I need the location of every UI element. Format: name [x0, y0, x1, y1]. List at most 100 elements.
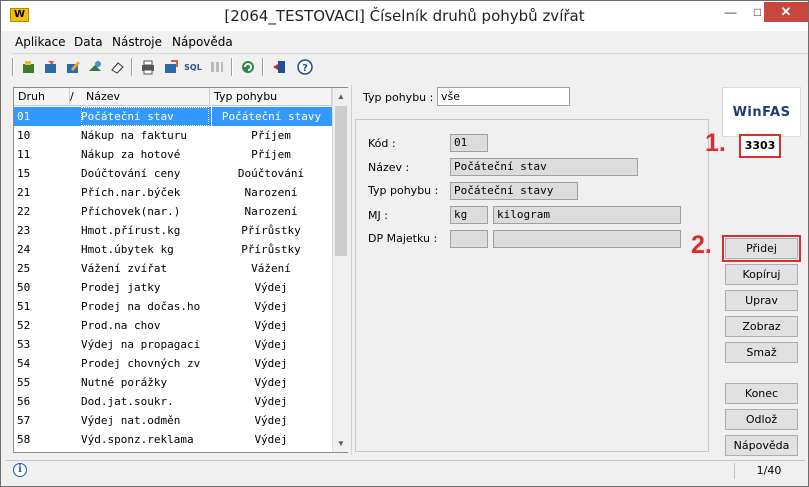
menu-bar: Aplikace Data Nástroje Nápověda — [1, 32, 808, 52]
toolbar-separator — [262, 58, 264, 76]
status-separator — [734, 463, 735, 479]
dp-code-field — [450, 230, 488, 248]
window-title: [2064_TESTOVACI] Číselník druhů pohybů z… — [224, 7, 585, 25]
table-row[interactable]: 51 Prodej na dočas.ho Výdej — [14, 297, 332, 316]
sql-icon[interactable]: SQL — [183, 57, 203, 77]
typ-pohybu-label: Typ pohybu : — [368, 184, 439, 197]
dp-majetku-label: DP Majetku : — [368, 232, 438, 245]
table-row[interactable]: 22 Příchovek(nar.) Narození — [14, 202, 332, 221]
table-row[interactable]: 23 Hmot.přírust.kg Přírůstky — [14, 221, 332, 240]
filter-input[interactable]: vše — [437, 87, 570, 106]
delete-button[interactable]: Smaž — [725, 342, 798, 363]
table-row[interactable]: 25 Vážení zvířat Vážení — [14, 259, 332, 278]
scroll-down-icon[interactable]: ▼ — [333, 435, 349, 452]
export-icon[interactable] — [161, 57, 181, 77]
table-row[interactable]: 11 Nákup za hotové Příjem — [14, 145, 332, 164]
nazev-cell: Výd.sponz.reklama — [81, 433, 194, 446]
view-record-icon[interactable] — [85, 57, 105, 77]
typ-pohybu-cell: Vážení — [251, 262, 291, 275]
minimize-button[interactable]: — — [717, 2, 744, 22]
print-icon[interactable] — [138, 57, 158, 77]
table-row[interactable]: 56 Dod.jat.soukr. Výdej — [14, 392, 332, 411]
nazev-cell: Vážení zvířat — [81, 262, 168, 275]
copy-button[interactable]: Kopíruj — [725, 264, 798, 285]
columns-icon[interactable] — [207, 57, 227, 77]
add-button[interactable]: Přidej — [722, 235, 801, 262]
movement-types-grid[interactable]: Druh / Název Typ pohybu 01 Počáteční stav… — [13, 87, 348, 453]
typ-pohybu-cell: Přírůstky — [241, 224, 301, 237]
toolbar-separator — [12, 58, 14, 76]
grid-scrollbar[interactable]: ▲ ▼ — [332, 88, 348, 452]
nazev-cell: Doúčtování ceny — [81, 167, 181, 180]
druh-cell: 10 — [17, 129, 31, 142]
title-bar: W [2064_TESTOVACI] Číselník druhů pohybů… — [1, 1, 808, 31]
nazev-cell: Přích.nar.býček — [81, 186, 181, 199]
druh-cell: 24 — [17, 243, 31, 256]
table-row[interactable]: 53 Výdej na propagaci Výdej — [14, 335, 332, 354]
svg-text:?: ? — [302, 63, 308, 74]
close-button[interactable]: ✕ — [764, 2, 808, 22]
typ-pohybu-cell: Výdej — [254, 338, 288, 351]
col-typ-header[interactable]: Typ pohybu — [210, 88, 332, 106]
scroll-thumb[interactable] — [335, 106, 347, 256]
nazev-cell: Dod.jat.soukr. — [81, 395, 174, 408]
table-row[interactable]: 10 Nákup na fakturu Příjem — [14, 126, 332, 145]
druh-cell: 57 — [17, 414, 31, 427]
edit-button[interactable]: Uprav — [725, 290, 798, 311]
typ-pohybu-cell: Výdej — [254, 414, 288, 427]
winfas-logo: WinFAS — [722, 87, 801, 137]
typ-pohybu-cell: Doúčtování — [237, 167, 305, 180]
table-row[interactable]: 52 Prod.na chov Výdej — [14, 316, 332, 335]
nazev-cell: Hmot.přírust.kg — [81, 224, 181, 237]
table-row[interactable]: 57 Výdej nat.odměn Výdej — [14, 411, 332, 430]
annotation-2: 2. — [691, 231, 712, 259]
nazev-cell: Prodej chovných zv — [81, 357, 201, 370]
druh-cell: 51 — [17, 300, 31, 313]
toolbar-separator — [131, 58, 133, 76]
grid-header: Druh / Název Typ pohybu — [14, 88, 332, 106]
typ-pohybu-cell: Narození — [244, 205, 298, 218]
typ-pohybu-cell: Výdej — [254, 281, 288, 294]
main-window: W [2064_TESTOVACI] Číselník druhů pohybů… — [0, 0, 809, 487]
col-druh-header[interactable]: Druh — [14, 88, 70, 106]
kod-field: 01 — [450, 134, 488, 152]
table-row[interactable]: 58 Výd.sponz.reklama Výdej — [14, 430, 332, 449]
menu-aplikace[interactable]: Aplikace — [15, 35, 66, 49]
table-row[interactable]: 15 Doúčtování ceny Doúčtování — [14, 164, 332, 183]
scroll-up-icon[interactable]: ▲ — [333, 88, 349, 105]
table-row[interactable]: 01 Počáteční stav Počáteční stavy — [14, 107, 332, 126]
new-record-icon[interactable] — [19, 57, 39, 77]
toolbar: SQL ? — [11, 53, 808, 79]
menu-data[interactable]: Data — [74, 35, 103, 49]
view-button[interactable]: Zobraz — [725, 316, 798, 337]
close-form-button[interactable]: Konec — [725, 383, 798, 404]
help-icon[interactable]: ? — [295, 57, 315, 77]
table-row[interactable]: 54 Prodej chovných zv Výdej — [14, 354, 332, 373]
page-indicator: 1/40 — [756, 464, 782, 477]
dp-name-field — [493, 230, 681, 248]
druh-cell: 15 — [17, 167, 31, 180]
sort-indicator: / — [70, 90, 74, 103]
typ-pohybu-cell: Narození — [244, 186, 298, 199]
annotation-1: 1. — [705, 129, 726, 157]
table-row[interactable]: 21 Přích.nar.býček Narození — [14, 183, 332, 202]
druh-cell: 54 — [17, 357, 31, 370]
menu-nastroje[interactable]: Nástroje — [112, 35, 162, 49]
help-button[interactable]: Nápověda — [725, 435, 798, 456]
edit-record-icon[interactable] — [63, 57, 83, 77]
menu-napoveda[interactable]: Nápověda — [172, 35, 233, 49]
postpone-button[interactable]: Odlož — [725, 409, 798, 430]
table-row[interactable]: 50 Prodej jatky Výdej — [14, 278, 332, 297]
table-row[interactable]: 55 Nutné porážky Výdej — [14, 373, 332, 392]
col-nazev-header[interactable]: Název — [82, 88, 210, 106]
nazev-cell: Prodej jatky — [81, 281, 161, 294]
druh-cell: 53 — [17, 338, 31, 351]
typ-pohybu-cell: Výdej — [254, 319, 288, 332]
exit-door-icon[interactable] — [269, 57, 289, 77]
mj-code-field: kg — [450, 206, 488, 224]
eraser-icon[interactable] — [107, 57, 127, 77]
refresh-icon[interactable] — [238, 57, 258, 77]
copy-record-icon[interactable] — [41, 57, 61, 77]
table-row[interactable]: 24 Hmot.úbytek kg Přírůstky — [14, 240, 332, 259]
status-bar: i 1/40 — [6, 460, 805, 480]
